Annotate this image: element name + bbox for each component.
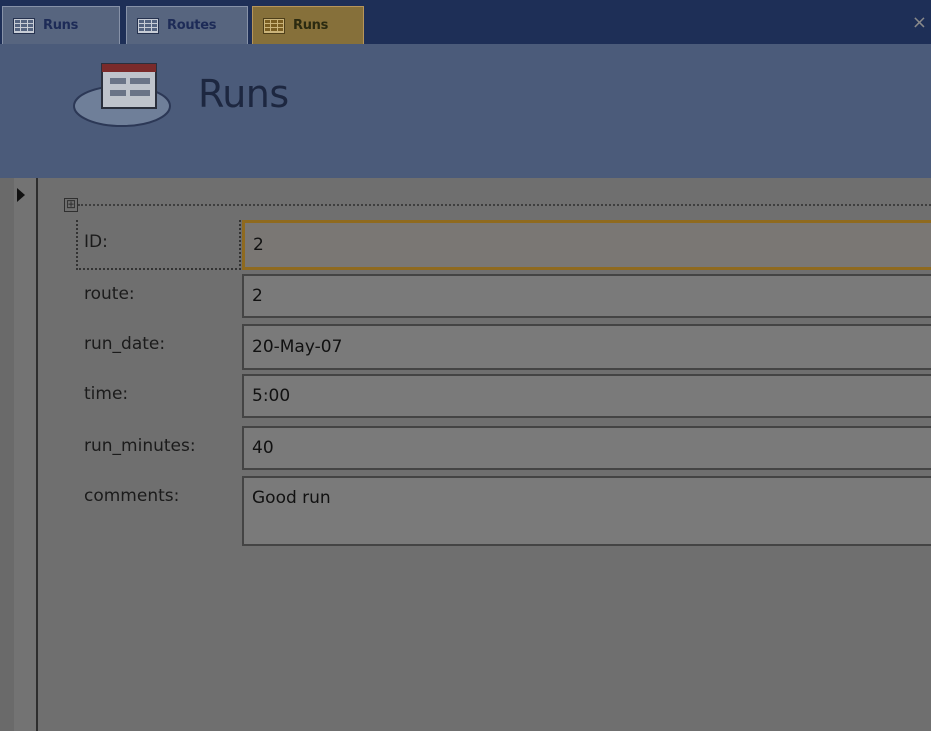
form-logo-icon	[73, 63, 171, 127]
document-tab-strip: Runs Routes Runs ×	[0, 0, 931, 44]
form-header: Runs	[0, 44, 931, 178]
form-title: Runs	[198, 72, 289, 116]
tab-routes-table[interactable]: Routes	[126, 6, 248, 44]
run-minutes-field[interactable]: 40	[242, 426, 931, 470]
layout-guide	[78, 204, 931, 206]
table-icon	[137, 17, 159, 34]
field-label-comments: comments:	[84, 486, 180, 506]
field-row-id: ID: 2	[38, 220, 931, 270]
field-row-route: route: 2	[38, 274, 931, 318]
access-window: Runs Routes Runs × Runs ⊞ ID: 2 route: 2…	[0, 0, 931, 731]
field-row-run-minutes: run_minutes: 40	[38, 426, 931, 470]
record-selector[interactable]	[14, 178, 38, 731]
form-icon	[263, 17, 285, 34]
close-icon[interactable]: ×	[912, 14, 927, 32]
time-field[interactable]: 5:00	[242, 374, 931, 418]
tab-label: Routes	[167, 18, 217, 33]
navigation-pane-edge	[0, 178, 14, 731]
route-field[interactable]: 2	[242, 274, 931, 318]
current-record-arrow-icon	[17, 188, 25, 202]
field-label-id: ID:	[84, 232, 108, 252]
form-detail-section: ⊞ ID: 2 route: 2 run_date: 20-May-07 tim…	[38, 178, 931, 731]
field-row-comments: comments: Good run	[38, 476, 931, 546]
field-row-time: time: 5:00	[38, 374, 931, 418]
layout-selector-icon[interactable]: ⊞	[64, 198, 78, 212]
field-row-run-date: run_date: 20-May-07	[38, 324, 931, 370]
tab-runs-form[interactable]: Runs	[252, 6, 364, 44]
comments-field[interactable]: Good run	[242, 476, 931, 546]
id-field[interactable]: 2	[242, 220, 931, 270]
field-label-time: time:	[84, 384, 129, 404]
field-label-route: route:	[84, 284, 135, 304]
tab-runs-table[interactable]: Runs	[2, 6, 120, 44]
field-label-run-minutes: run_minutes:	[84, 436, 196, 456]
tab-label: Runs	[293, 18, 329, 33]
table-icon	[13, 17, 35, 34]
run-date-field[interactable]: 20-May-07	[242, 324, 931, 370]
field-label-run-date: run_date:	[84, 334, 166, 354]
tab-label: Runs	[43, 18, 79, 33]
